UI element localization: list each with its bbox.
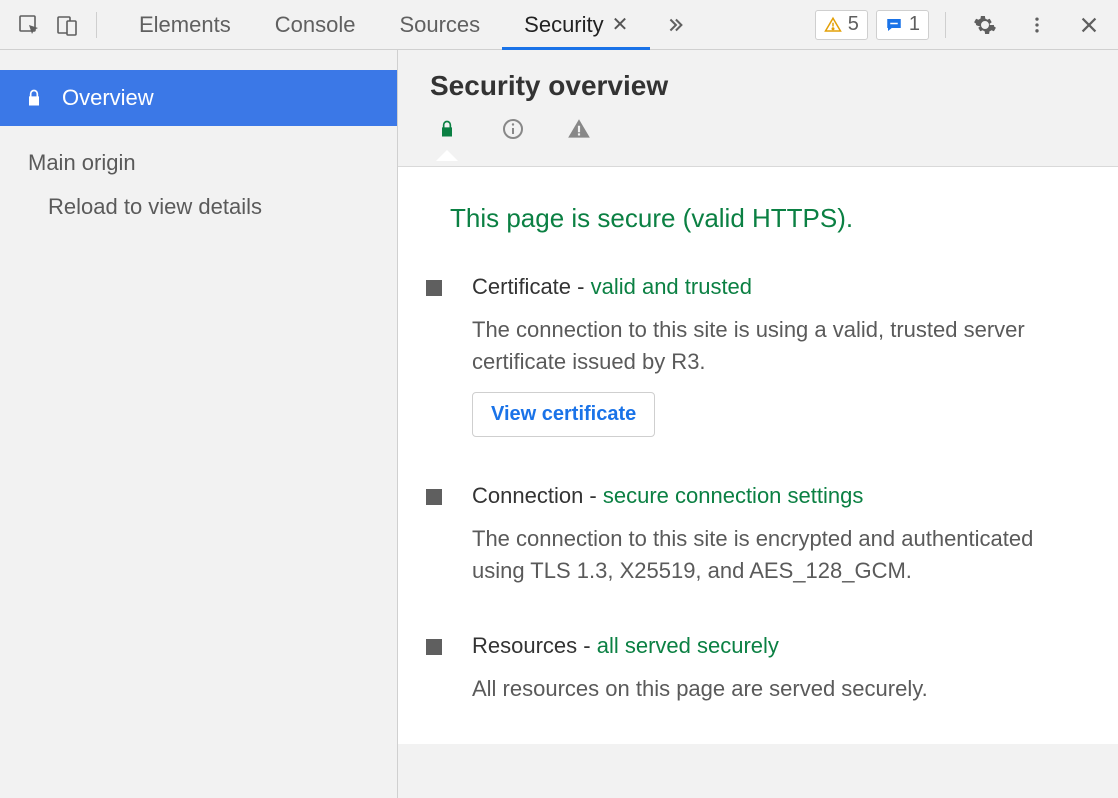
security-main-panel: Security overview This page is sec bbox=[398, 50, 1118, 798]
tab-label: Elements bbox=[139, 12, 231, 38]
kebab-menu-icon[interactable] bbox=[1022, 10, 1052, 40]
tab-label: Security bbox=[524, 12, 603, 38]
secure-status-line: This page is secure (valid HTTPS). bbox=[450, 203, 1090, 234]
connection-block: Connection - secure connection settings … bbox=[426, 483, 1090, 587]
bullet-icon bbox=[426, 639, 442, 655]
chevron-right-double-icon bbox=[664, 14, 686, 36]
inspect-icon[interactable] bbox=[14, 10, 44, 40]
tab-security[interactable]: Security ✕ bbox=[502, 0, 650, 49]
issues-badge[interactable]: 1 bbox=[876, 10, 929, 40]
bullet-icon bbox=[426, 489, 442, 505]
lock-icon bbox=[24, 88, 44, 108]
security-sidebar: Overview Main origin Reload to view deta… bbox=[0, 50, 398, 798]
resources-description: All resources on this page are served se… bbox=[472, 673, 928, 705]
tab-elements[interactable]: Elements bbox=[117, 0, 253, 49]
device-toggle-icon[interactable] bbox=[52, 10, 82, 40]
toolbar-divider bbox=[945, 12, 946, 38]
message-icon bbox=[885, 16, 903, 34]
tab-sources[interactable]: Sources bbox=[377, 0, 502, 49]
tab-label: Console bbox=[275, 12, 356, 38]
view-certificate-button[interactable]: View certificate bbox=[472, 392, 655, 437]
indicator-secure-icon[interactable] bbox=[434, 116, 460, 142]
page-title: Security overview bbox=[430, 70, 1086, 102]
sidebar-item-reload-hint[interactable]: Reload to view details bbox=[0, 186, 397, 228]
security-indicators bbox=[430, 116, 1086, 160]
security-overview-card: This page is secure (valid HTTPS). Certi… bbox=[398, 166, 1118, 744]
certificate-title: Certificate - valid and trusted bbox=[472, 274, 1090, 300]
issues-count: 1 bbox=[909, 13, 920, 36]
devtools-toolbar: Elements Console Sources Security ✕ bbox=[0, 0, 1118, 50]
toolbar-left bbox=[0, 0, 117, 49]
gear-icon[interactable] bbox=[970, 10, 1000, 40]
sidebar-section-main-origin: Main origin bbox=[0, 126, 397, 186]
close-devtools-icon[interactable] bbox=[1074, 10, 1104, 40]
connection-description: The connection to this site is encrypted… bbox=[472, 523, 1090, 587]
toolbar-right bbox=[956, 10, 1118, 40]
certificate-block: Certificate - valid and trusted The conn… bbox=[426, 274, 1090, 437]
bullet-icon bbox=[426, 280, 442, 296]
warning-icon bbox=[824, 16, 842, 34]
tab-console[interactable]: Console bbox=[253, 0, 378, 49]
toolbar-divider bbox=[96, 12, 97, 38]
indicator-warning-icon[interactable] bbox=[566, 116, 592, 142]
panel-tabs: Elements Console Sources Security ✕ bbox=[117, 0, 700, 49]
more-tabs-button[interactable] bbox=[650, 0, 700, 49]
sidebar-item-overview[interactable]: Overview bbox=[0, 70, 397, 126]
main-header: Security overview bbox=[398, 50, 1118, 166]
close-icon[interactable]: ✕ bbox=[612, 12, 629, 37]
warnings-badge[interactable]: 5 bbox=[815, 10, 868, 40]
warnings-count: 5 bbox=[848, 13, 859, 36]
indicator-info-icon[interactable] bbox=[500, 116, 526, 142]
resources-block: Resources - all served securely All reso… bbox=[426, 633, 1090, 705]
resources-title: Resources - all served securely bbox=[472, 633, 928, 659]
sidebar-item-label: Overview bbox=[62, 85, 154, 111]
connection-title: Connection - secure connection settings bbox=[472, 483, 1090, 509]
issue-badges: 5 1 bbox=[815, 10, 935, 40]
tab-label: Sources bbox=[399, 12, 480, 38]
certificate-description: The connection to this site is using a v… bbox=[472, 314, 1090, 378]
